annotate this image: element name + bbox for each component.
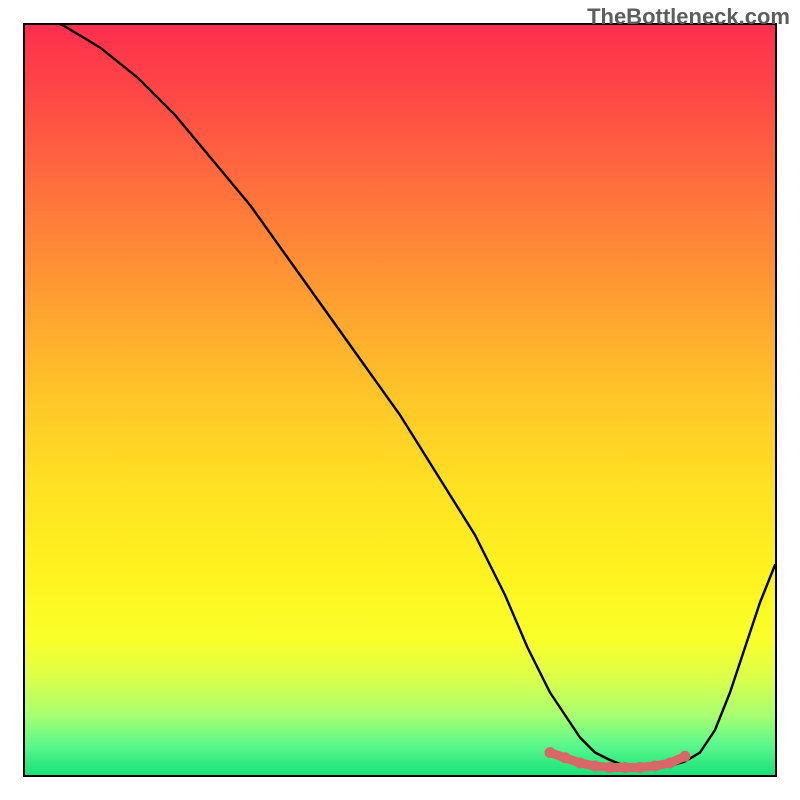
highlight-dot — [650, 761, 661, 772]
highlight-dot — [605, 762, 616, 773]
optimal-region-highlight-path — [550, 753, 685, 768]
highlight-dot — [620, 762, 631, 773]
highlight-dot — [635, 762, 646, 773]
chart-svg — [25, 25, 775, 775]
highlight-dot — [680, 751, 691, 762]
watermark-text: TheBottleneck.com — [587, 4, 790, 30]
plot-area — [23, 23, 777, 777]
highlight-dot — [665, 758, 676, 769]
bottleneck-curve-path — [25, 25, 775, 768]
highlight-dot — [560, 752, 571, 763]
highlight-dot — [575, 758, 586, 769]
highlight-dot — [545, 747, 556, 758]
highlight-dot — [590, 761, 601, 772]
